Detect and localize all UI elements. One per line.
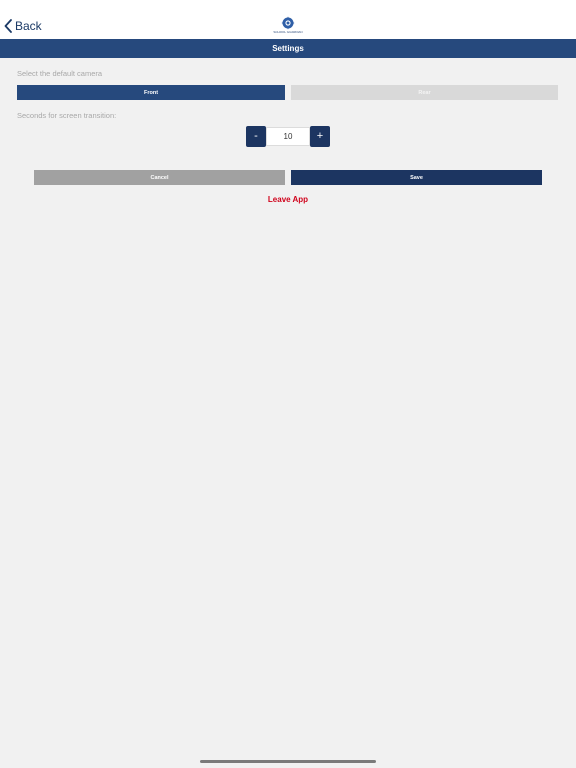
- save-button[interactable]: Save: [291, 170, 542, 185]
- page-title: Settings: [0, 39, 576, 58]
- back-button[interactable]: Back: [4, 17, 42, 35]
- cancel-button[interactable]: Cancel: [34, 170, 285, 185]
- chevron-left-icon: [4, 19, 12, 33]
- camera-rear-button[interactable]: Rear: [291, 85, 558, 100]
- transition-label: Seconds for screen transition:: [17, 111, 117, 120]
- camera-label: Select the default camera: [17, 69, 103, 78]
- logo-text: SCHOOL GUARDIAN: [273, 30, 303, 34]
- leave-app-button[interactable]: Leave App: [0, 195, 576, 204]
- increment-button[interactable]: +: [310, 126, 330, 147]
- top-nav-bar: Back SCHOOL GUARDIAN: [0, 0, 576, 39]
- decrement-button[interactable]: -: [246, 126, 266, 147]
- transition-seconds-input[interactable]: [266, 127, 310, 146]
- camera-front-button[interactable]: Front: [17, 85, 285, 100]
- app-logo: SCHOOL GUARDIAN: [271, 16, 305, 36]
- home-indicator[interactable]: [200, 760, 376, 763]
- back-label: Back: [15, 19, 42, 33]
- shield-logo-icon: [281, 16, 295, 30]
